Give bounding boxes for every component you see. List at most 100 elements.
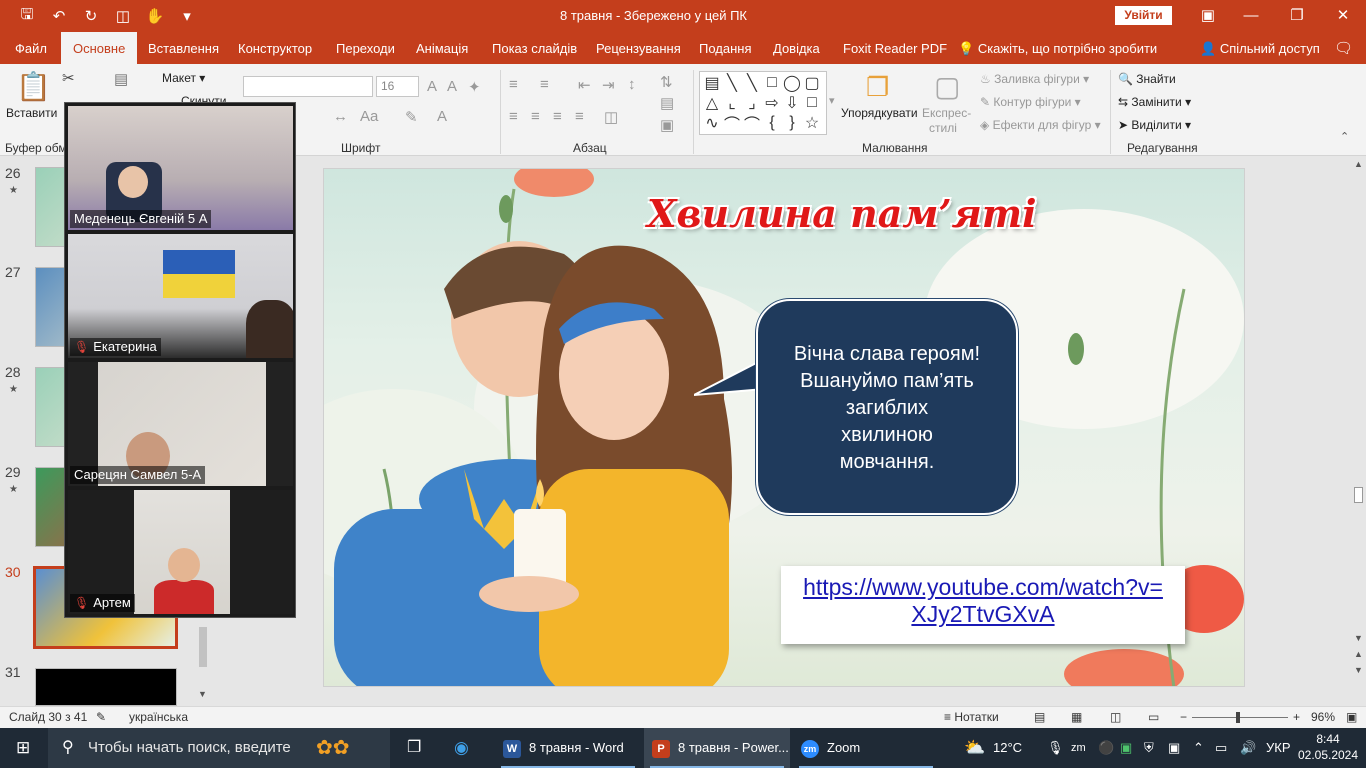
align-center-icon[interactable]: ≡ (531, 108, 540, 125)
zoom-video-panel[interactable]: Меденець Євгеній 5 А 🎙 Екатерина Сарецян … (64, 102, 296, 618)
reading-view-icon[interactable]: ◫ (1110, 710, 1121, 724)
scrollbar-thumb[interactable] (1354, 487, 1363, 503)
arrange-icon[interactable]: ❐ (866, 72, 889, 103)
arrange-button[interactable]: Упорядкувати (841, 106, 918, 120)
previous-slide-icon[interactable]: ▲ (1354, 649, 1363, 659)
tab-foxit[interactable]: Foxit Reader PDF (843, 32, 947, 64)
network-tray-icon[interactable]: ⚫ (1098, 728, 1114, 768)
shape-effects-button[interactable]: ◈ Ефекти для фігур ▾ (980, 118, 1101, 132)
arc-shape-icon[interactable]: ⌒ (722, 113, 742, 134)
app-tray-icon[interactable]: ▣ (1120, 728, 1132, 768)
brace-right-icon[interactable]: } (782, 113, 802, 133)
present-icon[interactable]: ◫ (114, 7, 132, 25)
language-indicator[interactable]: українська (129, 710, 188, 724)
textbox-shape-icon[interactable]: ▤ (702, 73, 722, 93)
text-direction-icon[interactable]: ⇅ (660, 73, 673, 91)
redo-icon[interactable]: ↻ (82, 7, 100, 25)
tab-help[interactable]: Довідка (773, 32, 820, 64)
slideshow-icon[interactable]: ▭ (1148, 710, 1159, 724)
fit-to-window-icon[interactable]: ▣ (1346, 710, 1357, 724)
sign-in-button[interactable]: Увійти (1115, 6, 1172, 25)
numbering-icon[interactable]: ≡ (540, 76, 549, 93)
decrease-font-icon[interactable]: A (447, 78, 457, 95)
tab-view[interactable]: Подання (699, 32, 752, 64)
find-button[interactable]: 🔍 Знайти (1118, 72, 1176, 86)
paste-icon[interactable]: 📋 (16, 70, 51, 103)
slide-canvas[interactable]: Хвилина пам’яті Вічна слава героям! Вшан… (323, 168, 1245, 687)
share-button[interactable]: 👤 Спільний доступ (1200, 32, 1320, 64)
callout-shape-icon[interactable]: □ (802, 93, 822, 113)
scroll-down-icon[interactable]: ▼ (198, 689, 207, 699)
increase-indent-icon[interactable]: ⇥ (602, 76, 615, 94)
scrollbar-thumb[interactable] (199, 627, 207, 667)
bullets-icon[interactable]: ≡ (509, 76, 518, 93)
notes-button[interactable]: ≡ Нотатки (944, 710, 999, 724)
save-icon[interactable]: 🖫 (18, 6, 36, 25)
ribbon-display-options-icon[interactable]: ▣ (1185, 0, 1231, 32)
task-view-icon[interactable]: ❐ (407, 728, 421, 768)
clear-format-icon[interactable]: ✦ (468, 78, 481, 96)
right-arrow-shape-icon[interactable]: ⇨ (762, 93, 782, 113)
tab-slideshow[interactable]: Показ слайдів (492, 32, 577, 64)
display-tray-icon[interactable]: ▭ (1215, 728, 1227, 768)
elbow-connector-icon[interactable]: ⌟ (742, 93, 762, 113)
curve-shape-icon[interactable]: ∿ (702, 113, 722, 133)
shapes-more-icon[interactable]: ▾ (829, 94, 835, 107)
shape-fill-button[interactable]: ♨ Заливка фігури ▾ (980, 72, 1089, 86)
font-family-combo[interactable] (243, 76, 373, 97)
zoom-in-icon[interactable]: + (1293, 710, 1300, 724)
youtube-link[interactable]: https://www.youtube.com/watch?v= XJy2Ttv… (781, 574, 1185, 628)
brace-left-icon[interactable]: { (762, 113, 782, 133)
taskbar-app-powerpoint[interactable]: P8 травня - Power... (644, 728, 790, 768)
link-textbox[interactable]: https://www.youtube.com/watch?v= XJy2Ttv… (781, 566, 1185, 644)
line-spacing-icon[interactable]: ↕ (628, 76, 636, 93)
cut-icon[interactable]: ✂ (62, 69, 75, 87)
new-slide-icon[interactable]: ▤ (114, 70, 128, 88)
tell-me-search[interactable]: 💡 Скажіть, що потрібно зробити (958, 32, 1157, 64)
taskbar-app-zoom[interactable]: zm Zoom (793, 728, 939, 768)
taskbar-search[interactable]: ⚲ Чтобы начать поиск, введите ✿✿ (48, 728, 390, 768)
slide-sorter-icon[interactable]: ▦ (1071, 710, 1082, 724)
app-tray-icon[interactable]: ▣ (1168, 728, 1180, 768)
scroll-up-icon[interactable]: ▲ (1354, 159, 1363, 169)
decrease-indent-icon[interactable]: ⇤ (578, 76, 591, 94)
tab-transitions[interactable]: Переходи (336, 32, 395, 64)
align-text-icon[interactable]: ▤ (660, 94, 674, 112)
down-arrow-shape-icon[interactable]: ⇩ (782, 93, 802, 113)
triangle-shape-icon[interactable]: △ (702, 93, 722, 113)
close-button[interactable]: ✕ (1320, 0, 1366, 32)
align-left-icon[interactable]: ≡ (509, 108, 518, 125)
normal-view-icon[interactable]: ▤ (1034, 710, 1045, 724)
shapes-gallery[interactable]: ▤ ╲ ╲ □ ◯ ▢ △ ⌞ ⌟ ⇨ ⇩ □ ∿ ⌒ ⌒ { } ☆ (699, 71, 827, 135)
input-language[interactable]: УКР (1266, 728, 1291, 768)
elbow-connector-icon[interactable]: ⌞ (722, 93, 742, 113)
tab-file[interactable]: Файл (15, 32, 47, 64)
minimize-button[interactable]: — (1228, 0, 1274, 32)
restore-button[interactable]: ❐ (1274, 0, 1320, 32)
speech-bubble[interactable]: Вічна слава героям! Вшануймо пам’ять заг… (756, 299, 1018, 515)
columns-icon[interactable]: ◫ (604, 108, 618, 126)
slide-title[interactable]: Хвилина пам’яті (647, 191, 1037, 236)
highlight-icon[interactable]: ✎ (405, 108, 418, 126)
video-tile[interactable]: Сарецян Самвел 5-А (68, 362, 293, 486)
zoom-tray-icon[interactable]: zm (1071, 728, 1086, 768)
quick-styles-button[interactable]: Експрес- (922, 106, 971, 120)
font-size-combo[interactable]: 16 (376, 76, 419, 97)
layout-button[interactable]: Макет ▾ (162, 71, 205, 85)
tab-design[interactable]: Конструктор (238, 32, 312, 64)
quick-styles-icon[interactable]: ▢ (934, 70, 960, 103)
change-case-icon[interactable]: Aa (360, 108, 378, 125)
video-tile[interactable]: Меденець Євгеній 5 А (68, 106, 293, 230)
edge-icon[interactable]: ◉ (454, 728, 469, 768)
microphone-icon[interactable]: 🎙 (1047, 728, 1064, 768)
arc-shape-icon[interactable]: ⌒ (742, 113, 762, 134)
security-tray-icon[interactable]: ⛨ (1144, 728, 1154, 768)
zoom-slider-thumb[interactable] (1236, 712, 1240, 723)
video-tile[interactable]: 🎙 Екатерина (68, 234, 293, 358)
accessibility-icon[interactable]: ✎ (96, 710, 106, 724)
editor-scrollbar[interactable]: ▲ ▼ ▲ ▼ (1350, 157, 1366, 706)
star-shape-icon[interactable]: ☆ (802, 113, 822, 133)
zoom-slider[interactable] (1192, 717, 1288, 718)
increase-font-icon[interactable]: A (427, 78, 437, 95)
taskbar-app-word[interactable]: W8 травня - Word (495, 728, 641, 768)
